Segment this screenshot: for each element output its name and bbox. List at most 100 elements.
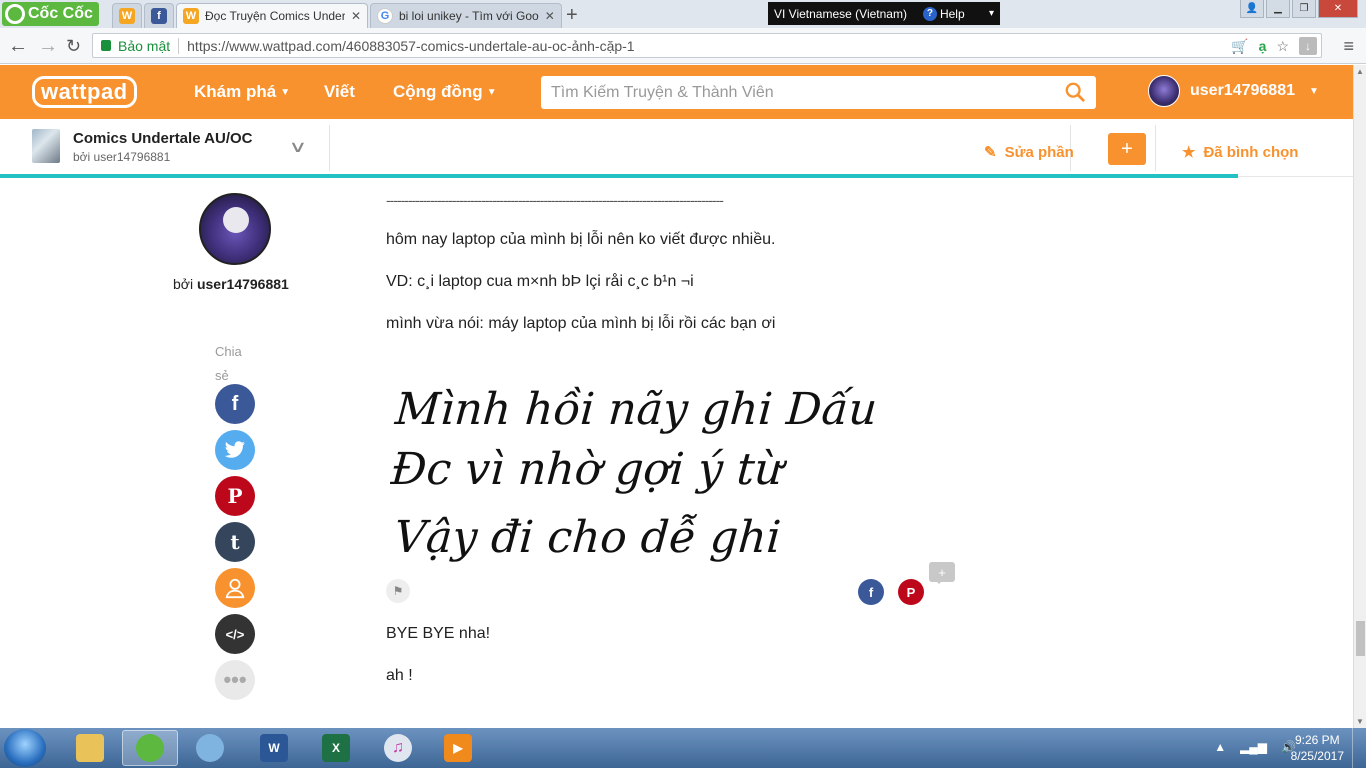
story-cover[interactable] [32,129,60,163]
browser-menu-icon[interactable]: ≡ [1343,36,1354,57]
taskbar-itunes[interactable]: ♫ [370,730,426,766]
tumblr-icon: t [230,530,240,554]
close-window-button[interactable]: ✕ [1318,0,1358,18]
new-tab-button[interactable]: + [566,4,578,27]
text-divider: ----------------------------------------… [386,192,724,208]
close-tab-icon[interactable]: ✕ [545,9,555,23]
back-button[interactable]: ← [8,35,28,58]
system-tray: ▲ ▂▄▆ 🔊 [1214,740,1296,754]
user-icon[interactable]: 👤 [1240,0,1264,18]
nav-write[interactable]: Viết [324,82,355,102]
inline-share-pinterest-button[interactable]: P [898,579,924,605]
author-avatar[interactable] [199,193,271,265]
add-to-list-button[interactable]: + [1108,133,1146,165]
clock-date: 8/25/2017 [1290,749,1344,763]
browser-brand[interactable]: Cốc Cốc [2,2,99,26]
pencil-icon: ✎ [984,144,997,161]
tab-wattpad-story[interactable]: W Đọc Truyện Comics Under ✕ [176,3,368,28]
brand-label: Cốc Cốc [28,5,93,22]
story-toolbar: Comics Undertale AU/OC bởi user14796881 … [0,119,1353,177]
tab-pinned-wattpad[interactable]: W [112,3,142,28]
bookmark-star-icon[interactable]: ☆ [1276,38,1289,55]
paragraph: VD: c¸i laptop cua m×nh bÞ lçi råi c¸c b… [386,273,694,290]
report-flag-icon[interactable]: ⚑ [386,579,410,603]
close-tab-icon[interactable]: ✕ [351,9,361,23]
security-label: Bảo mật [118,37,171,54]
nav-discover[interactable]: Khám phá ▼ [194,82,290,102]
show-desktop-button[interactable] [1352,728,1366,768]
taskbar-media[interactable]: ▶ [430,730,486,766]
user-menu[interactable]: user14796881 ▼ [1148,75,1319,107]
tab-google-search[interactable]: G bi loi unikey - Tìm với Goo ✕ [370,3,562,28]
address-toolbar: ← → ↻ Bảo mật https://www.wattpad.com/46… [0,28,1366,64]
search-icon[interactable] [1064,81,1086,103]
user-avatar [1148,75,1180,107]
tab-pinned-facebook[interactable]: f [144,3,174,28]
nav-community[interactable]: Cộng đồng ▼ [393,82,497,102]
wattpad-logo[interactable]: wattpad [32,76,137,108]
font-icon[interactable]: ạ [1259,38,1267,54]
share-profile-button[interactable] [215,568,255,608]
scrollbar-thumb[interactable] [1356,621,1365,656]
taskbar-coccoc[interactable] [122,730,178,766]
search-placeholder: Tìm Kiếm Truyện & Thành Viên [551,83,774,101]
embed-code-icon: </> [225,626,245,642]
caret-down-icon: ▼ [280,87,291,99]
language-bar[interactable]: VI Vietnamese (Vietnam) ? Help ▾ [768,2,1000,25]
help-button[interactable]: ? Help [922,6,965,21]
share-tumblr-button[interactable]: t [215,522,255,562]
system-clock[interactable]: 9:26 PM 8/25/2017 [1291,732,1344,764]
share-twitter-button[interactable] [215,430,255,470]
page-scrollbar[interactable]: ▲ ▼ [1353,65,1366,728]
search-input[interactable]: Tìm Kiếm Truyện & Thành Viên [541,76,1096,109]
forward-button[interactable]: → [38,35,58,58]
inline-share-facebook-button[interactable]: f [858,579,884,605]
vote-button[interactable]: ★ Đã bình chọn [1182,143,1298,162]
window-controls: 👤 ▁ ❐ ✕ [1240,0,1358,18]
download-icon[interactable]: ↓ [1299,37,1317,55]
clock-time: 9:26 PM [1294,733,1340,747]
music-icon: ♫ [384,734,412,762]
taskbar-paint[interactable] [182,730,238,766]
lock-icon [101,40,111,51]
inline-comment-icon[interactable]: + [929,562,955,584]
start-button[interactable] [4,729,46,767]
url-text[interactable]: https://www.wattpad.com/460883057-comics… [187,38,634,54]
taskbar-word[interactable]: W [246,730,302,766]
language-menu-icon[interactable]: ▾ [989,8,994,19]
share-pinterest-button[interactable]: P [215,476,255,516]
more-icon: ••• [223,667,247,692]
url-bar[interactable]: Bảo mật https://www.wattpad.com/46088305… [92,33,1322,58]
paragraph: hôm nay laptop của mình bị lỗi nên ko vi… [386,231,776,248]
story-byline: bởi user14796881 [73,150,171,164]
facebook-icon: f [231,392,239,415]
twitter-icon [224,441,245,458]
taskbar-excel[interactable]: X [308,730,364,766]
network-icon[interactable]: ▂▄▆ [1240,740,1267,754]
nav-community-label: Cộng đồng [393,82,483,101]
shopping-cart-icon[interactable]: 🛒 [1231,38,1248,55]
paragraph: ah ! [386,667,413,684]
nav-write-label: Viết [324,82,355,101]
handwriting-line: Vậy đi cho dễ ghi [393,512,783,563]
scroll-down-icon[interactable]: ▼ [1356,717,1364,726]
chevron-down-icon[interactable]: ∨ [288,137,307,157]
tray-expand-icon[interactable]: ▲ [1214,740,1226,754]
paragraph: BYE BYE nha! [386,625,491,642]
share-label: Chia sẻ [215,344,242,383]
share-more-button[interactable]: ••• [215,660,255,700]
share-facebook-button[interactable]: f [215,384,255,424]
divider [1155,125,1156,171]
minimize-button[interactable]: ▁ [1266,0,1290,18]
paint-icon [196,734,224,762]
scroll-up-icon[interactable]: ▲ [1356,67,1364,76]
author-name[interactable]: user14796881 [197,276,289,292]
restore-button[interactable]: ❐ [1292,0,1316,18]
taskbar-explorer[interactable] [62,730,118,766]
story-title[interactable]: Comics Undertale AU/OC [73,130,252,147]
folder-icon [76,734,104,762]
help-icon: ? [922,6,937,21]
share-embed-button[interactable]: </> [215,614,255,654]
edit-part-button[interactable]: ✎ Sửa phần [984,143,1074,162]
reload-button[interactable]: ↻ [66,36,81,57]
